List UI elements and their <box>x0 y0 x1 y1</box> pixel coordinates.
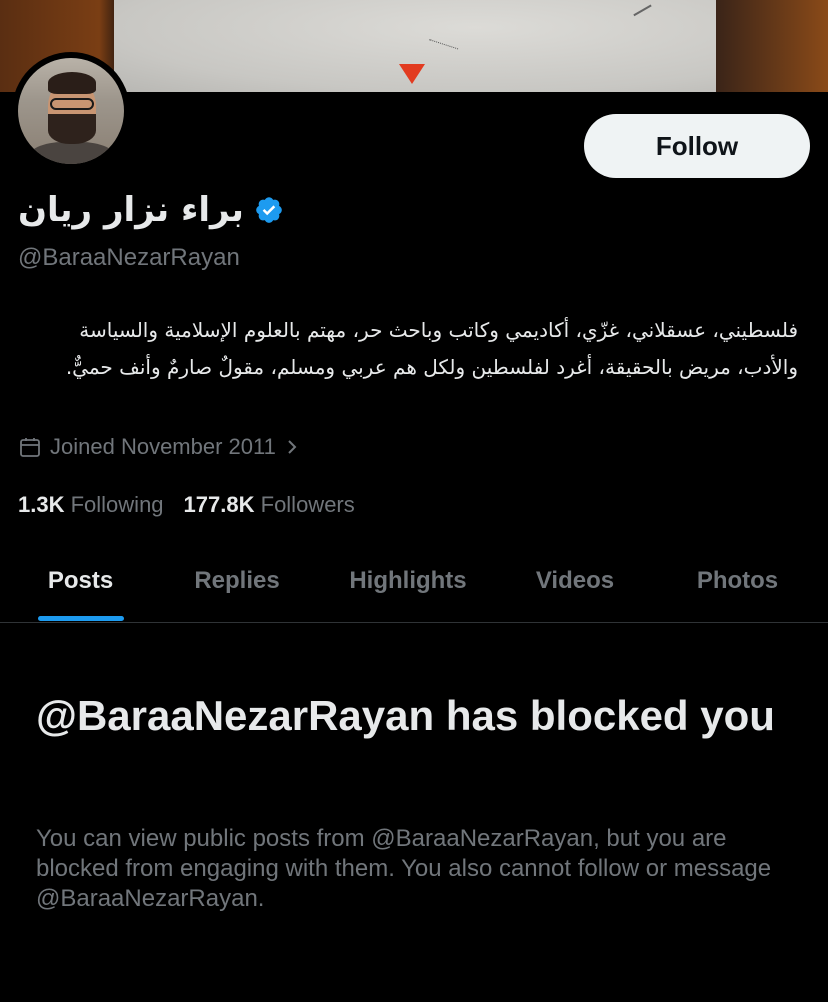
followers-label: Followers <box>260 492 355 517</box>
tab-photos[interactable]: Photos <box>647 540 828 622</box>
avatar-photo <box>18 58 124 164</box>
chevron-right-icon <box>284 438 300 456</box>
avatar-beard <box>48 114 96 144</box>
followers-count: 177.8K <box>183 492 255 517</box>
blocked-title: @BaraaNezarRayan has blocked you <box>36 692 775 739</box>
active-tab-indicator <box>37 616 124 621</box>
tab-label: Highlights <box>349 567 467 594</box>
follow-stats: 1.3K Following 177.8K Followers <box>18 492 355 518</box>
display-name: براء نزار ريان <box>18 190 244 230</box>
profile-bio: فلسطيني، عسقلاني، غزّي، أكاديمي وكاتب وب… <box>65 318 798 379</box>
followers-stat[interactable]: 177.8K Followers <box>184 492 355 518</box>
tab-label: Posts <box>47 567 114 594</box>
blocked-message: You can view public posts from @BaraaNez… <box>36 825 772 912</box>
joined-label: Joined November 2011 <box>50 434 276 459</box>
following-count: 1.3K <box>18 492 65 517</box>
profile-banner[interactable] <box>0 0 828 92</box>
tabs-divider <box>0 622 828 623</box>
tab-videos[interactable]: Videos <box>503 540 647 622</box>
follow-button[interactable]: Follow <box>584 114 810 178</box>
calendar-icon <box>18 435 42 459</box>
avatar-hair <box>48 72 96 94</box>
tab-replies[interactable]: Replies <box>161 540 313 622</box>
avatar-shirt <box>28 142 116 164</box>
tab-label: Photos <box>696 567 779 594</box>
tab-highlights[interactable]: Highlights <box>313 540 503 622</box>
profile-tabs: Posts Replies Highlights Videos Photos <box>0 540 828 622</box>
banner-red-marker <box>399 64 425 84</box>
tab-posts[interactable]: Posts <box>0 540 161 622</box>
profile-handle: @BaraaNezarRayan <box>18 244 240 271</box>
tab-label: Videos <box>535 567 615 594</box>
profile-avatar[interactable] <box>12 52 130 170</box>
joined-date[interactable]: Joined November 2011 <box>18 434 300 460</box>
tab-label: Replies <box>194 567 280 594</box>
profile-name-row: براء نزار ريان <box>18 190 284 230</box>
following-stat[interactable]: 1.3K Following <box>18 492 164 518</box>
following-label: Following <box>70 492 164 517</box>
verified-badge-icon[interactable] <box>254 195 284 225</box>
avatar-glasses <box>50 98 94 110</box>
